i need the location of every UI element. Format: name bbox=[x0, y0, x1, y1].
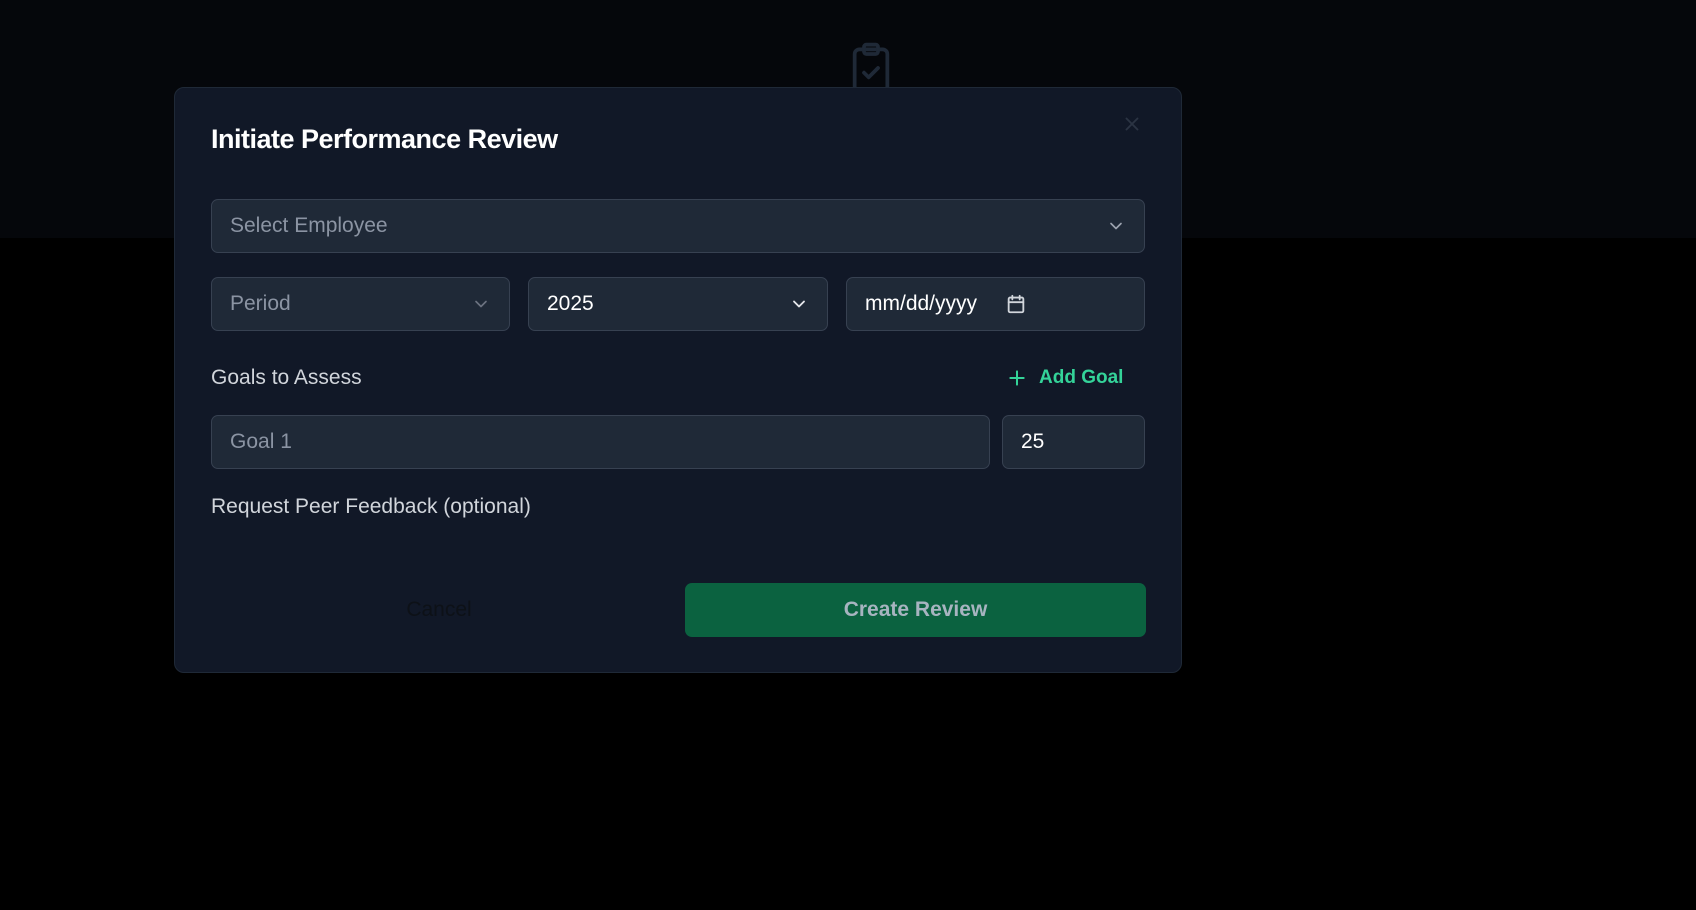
goal-weight-value: 25 bbox=[1021, 430, 1045, 453]
peer-feedback-label: Request Peer Feedback (optional) bbox=[211, 495, 531, 518]
performance-review-modal: Initiate Performance Review Select Emplo… bbox=[174, 87, 1182, 673]
period-select[interactable]: Period bbox=[211, 277, 510, 331]
create-review-button[interactable]: Create Review bbox=[685, 583, 1146, 637]
plus-icon bbox=[1009, 370, 1025, 386]
modal-title: Initiate Performance Review bbox=[211, 124, 558, 154]
year-select-value: 2025 bbox=[547, 292, 594, 315]
employee-select-placeholder: Select Employee bbox=[230, 214, 388, 237]
date-input[interactable]: mm/dd/yyyy bbox=[846, 277, 1145, 331]
employee-select[interactable]: Select Employee bbox=[211, 199, 1145, 253]
period-select-placeholder: Period bbox=[230, 292, 291, 315]
add-goal-button[interactable]: Add Goal bbox=[1007, 361, 1123, 395]
calendar-icon[interactable] bbox=[1005, 293, 1027, 315]
chevron-down-icon bbox=[793, 300, 805, 308]
chevron-down-icon bbox=[1110, 222, 1122, 230]
goals-section-label: Goals to Assess bbox=[211, 366, 362, 389]
chevron-down-icon bbox=[475, 300, 487, 308]
goal-name-placeholder: Goal 1 bbox=[230, 430, 292, 453]
cancel-button[interactable]: Cancel bbox=[211, 583, 667, 637]
add-goal-label: Add Goal bbox=[1039, 367, 1124, 388]
year-select[interactable]: 2025 bbox=[528, 277, 828, 331]
goal-weight-input[interactable]: 25 bbox=[1002, 415, 1145, 469]
close-icon[interactable] bbox=[1121, 113, 1143, 135]
date-input-placeholder: mm/dd/yyyy bbox=[865, 292, 978, 315]
goal-name-input[interactable]: Goal 1 bbox=[211, 415, 990, 469]
